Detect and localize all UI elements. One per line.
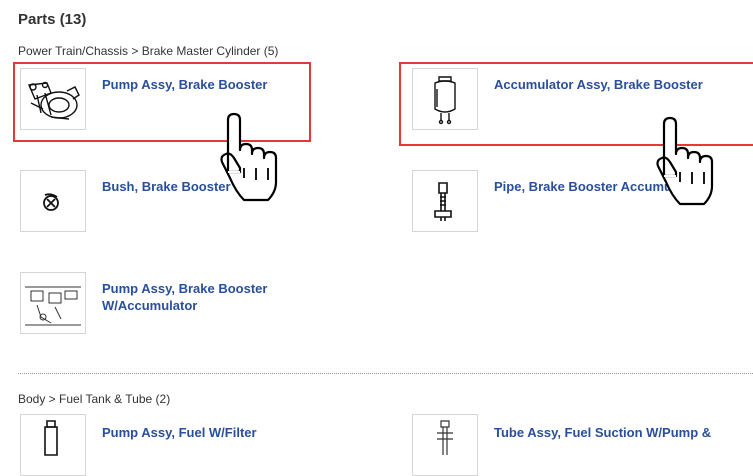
part-link[interactable]: Accumulator Assy, Brake Booster: [494, 76, 703, 93]
section-divider: [18, 373, 753, 374]
pipe-bolt-icon: [434, 182, 452, 221]
part-thumbnail[interactable]: [20, 68, 86, 130]
parts-heading: Parts (13): [18, 11, 87, 28]
part-link-line: W/Accumulator: [102, 298, 198, 313]
accumulator-icon: [434, 76, 456, 125]
part-thumbnail[interactable]: [20, 272, 86, 334]
fuel-tube-icon: [437, 420, 453, 455]
pump-diagram-icon: [25, 286, 81, 326]
part-link[interactable]: Bush, Brake Booster: [102, 178, 231, 195]
fuel-pump-icon: [44, 420, 58, 456]
part-thumbnail[interactable]: [20, 414, 86, 476]
part-thumbnail[interactable]: [412, 68, 478, 130]
part-link[interactable]: Pump Assy, Brake Booster W/Accumulator: [102, 280, 267, 314]
part-link-line: Pump Assy, Brake Booster: [102, 281, 268, 296]
part-link[interactable]: Pump Assy, Fuel W/Filter: [102, 424, 257, 441]
bush-icon: [43, 193, 59, 211]
part-thumbnail[interactable]: [412, 414, 478, 476]
part-link[interactable]: Tube Assy, Fuel Suction W/Pump &: [494, 424, 711, 441]
part-thumbnail[interactable]: [20, 170, 86, 232]
part-thumbnail[interactable]: [412, 170, 478, 232]
breadcrumb-brake-master-cylinder: Power Train/Chassis > Brake Master Cylin…: [18, 44, 279, 58]
part-link[interactable]: Pump Assy, Brake Booster: [102, 76, 267, 93]
brake-booster-pump-icon: [27, 81, 80, 120]
part-link[interactable]: Pipe, Brake Booster Accumulator: [494, 178, 700, 195]
breadcrumb-fuel-tank: Body > Fuel Tank & Tube (2): [18, 392, 171, 406]
